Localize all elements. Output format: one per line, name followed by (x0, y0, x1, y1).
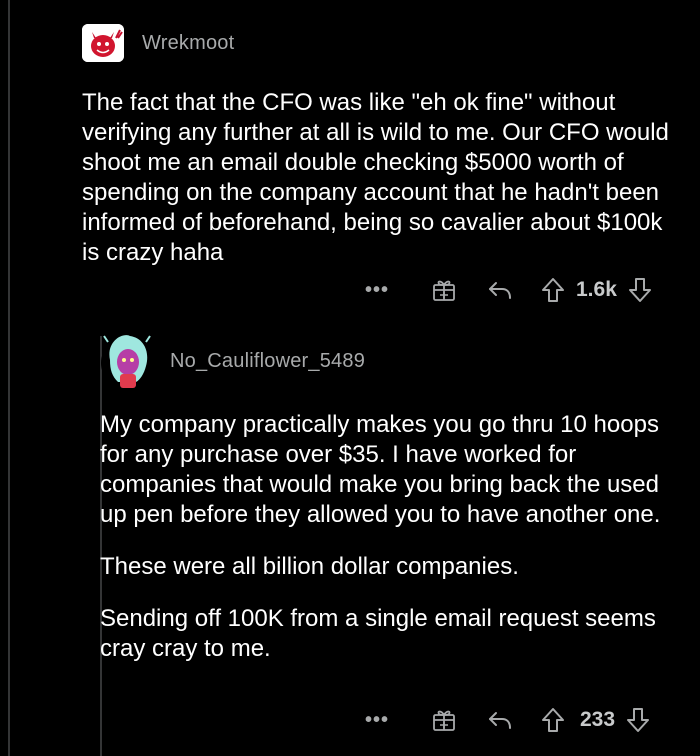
vote-score: 233 (580, 708, 616, 731)
upvote-icon[interactable] (540, 707, 566, 733)
downvote-icon[interactable] (627, 277, 653, 303)
comment-actions: ••• 1.6k (365, 276, 653, 304)
comment-paragraph: Sending off 100K from a single email req… (100, 605, 656, 662)
reply-icon[interactable] (486, 279, 514, 301)
comment-thread: Wrekmoot The fact that the CFO was like … (0, 0, 700, 756)
upvote-icon[interactable] (540, 277, 566, 303)
red-devil-avatar-icon[interactable] (82, 24, 124, 62)
comment-actions: ••• 233 (365, 706, 651, 734)
comment-body: The fact that the CFO was like "eh ok fi… (82, 88, 678, 268)
username[interactable]: Wrekmoot (142, 32, 234, 55)
username[interactable]: No_Cauliflower_5489 (170, 350, 365, 373)
more-options-icon[interactable]: ••• (365, 709, 388, 732)
comment: No_Cauliflower_5489 My company practical… (100, 330, 690, 664)
vote-score: 1.6k (576, 278, 617, 301)
comment-header: Wrekmoot (82, 24, 682, 62)
comment-paragraph: The fact that the CFO was like "eh ok fi… (82, 89, 669, 266)
downvote-icon[interactable] (625, 707, 651, 733)
award-icon[interactable] (430, 277, 458, 303)
comment-body: My company practically makes you go thru… (100, 410, 685, 664)
reply-icon[interactable] (486, 709, 514, 731)
teal-hair-avatar-icon[interactable] (100, 330, 154, 392)
comment-paragraph: These were all billion dollar companies. (100, 553, 519, 580)
comment-header: No_Cauliflower_5489 (100, 330, 690, 392)
comment: Wrekmoot The fact that the CFO was like … (82, 24, 682, 268)
more-options-icon[interactable]: ••• (365, 279, 388, 302)
comment-paragraph: My company practically makes you go thru… (100, 411, 661, 528)
thread-line[interactable] (8, 0, 10, 756)
award-icon[interactable] (430, 707, 458, 733)
